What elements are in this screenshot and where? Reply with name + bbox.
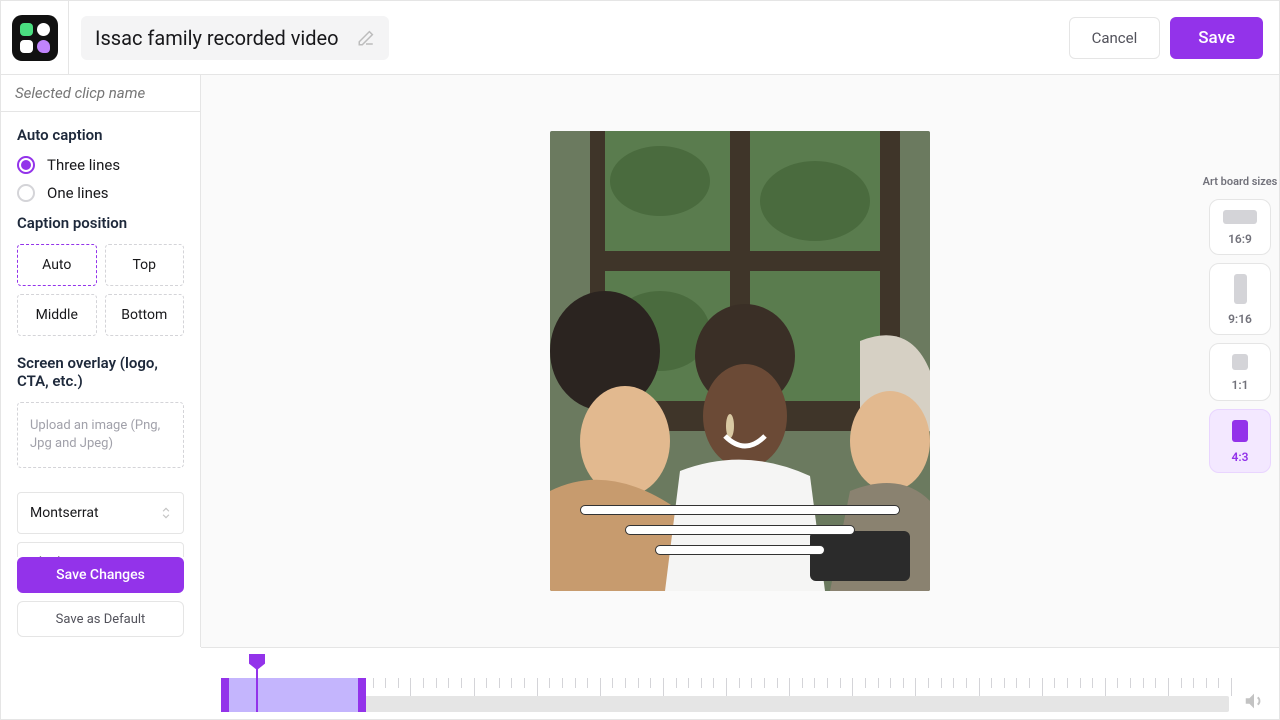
pencil-icon bbox=[357, 29, 375, 47]
artboard-16-9[interactable]: 16:9 bbox=[1209, 199, 1271, 255]
position-top[interactable]: Top bbox=[105, 244, 185, 286]
video-preview[interactable] bbox=[550, 131, 930, 591]
project-title-field[interactable]: Issac family recorded video bbox=[81, 16, 389, 60]
artboard-1-1[interactable]: 1:1 bbox=[1209, 343, 1271, 401]
artboard-sizes: Art board sizes 16:9 9:16 1:1 4:3 bbox=[1201, 175, 1279, 481]
topbar: Issac family recorded video Cancel Save bbox=[1, 1, 1279, 75]
volume-icon[interactable] bbox=[1243, 690, 1265, 712]
clip-name-input[interactable] bbox=[15, 84, 214, 102]
radio-one-line[interactable]: One lines bbox=[17, 184, 184, 202]
timeline-track[interactable] bbox=[221, 696, 1229, 712]
font-select[interactable]: Montserrat bbox=[17, 492, 184, 534]
radio-three-lines[interactable]: Three lines bbox=[17, 156, 184, 174]
timeline[interactable] bbox=[201, 647, 1279, 719]
clip-handle-right[interactable] bbox=[358, 678, 366, 712]
save-button[interactable]: Save bbox=[1170, 17, 1263, 59]
chevron-up-down-icon bbox=[159, 554, 173, 557]
position-auto[interactable]: Auto bbox=[17, 244, 97, 286]
cancel-button[interactable]: Cancel bbox=[1069, 17, 1161, 59]
position-middle[interactable]: Middle bbox=[17, 294, 97, 336]
playhead[interactable] bbox=[249, 654, 265, 710]
position-bottom[interactable]: Bottom bbox=[105, 294, 185, 336]
save-default-button[interactable]: Save as Default bbox=[17, 601, 184, 637]
artboard-4-3[interactable]: 4:3 bbox=[1209, 409, 1271, 473]
caption-preview bbox=[580, 505, 900, 555]
caption-position-heading: Caption position bbox=[17, 214, 184, 232]
overlay-upload[interactable]: Upload an image (Png, Jpg and Jpeg) bbox=[17, 402, 184, 468]
sidebar-header bbox=[1, 75, 200, 112]
auto-caption-heading: Auto caption bbox=[17, 126, 184, 144]
artboard-heading: Art board sizes bbox=[1201, 175, 1279, 189]
canvas-area: Art board sizes 16:9 9:16 1:1 4:3 bbox=[201, 75, 1279, 647]
clip-handle-left[interactable] bbox=[221, 678, 229, 712]
sidebar: Auto caption Three lines One lines Capti… bbox=[1, 75, 201, 647]
save-changes-button[interactable]: Save Changes bbox=[17, 557, 184, 593]
color-select[interactable]: Black bbox=[17, 542, 184, 557]
artboard-9-16[interactable]: 9:16 bbox=[1209, 263, 1271, 335]
project-title: Issac family recorded video bbox=[95, 26, 339, 50]
overlay-heading: Screen overlay (logo, CTA, etc.) bbox=[17, 354, 184, 390]
app-logo[interactable] bbox=[1, 1, 69, 75]
timeline-clip[interactable] bbox=[221, 678, 366, 712]
chevron-up-down-icon bbox=[159, 504, 173, 522]
